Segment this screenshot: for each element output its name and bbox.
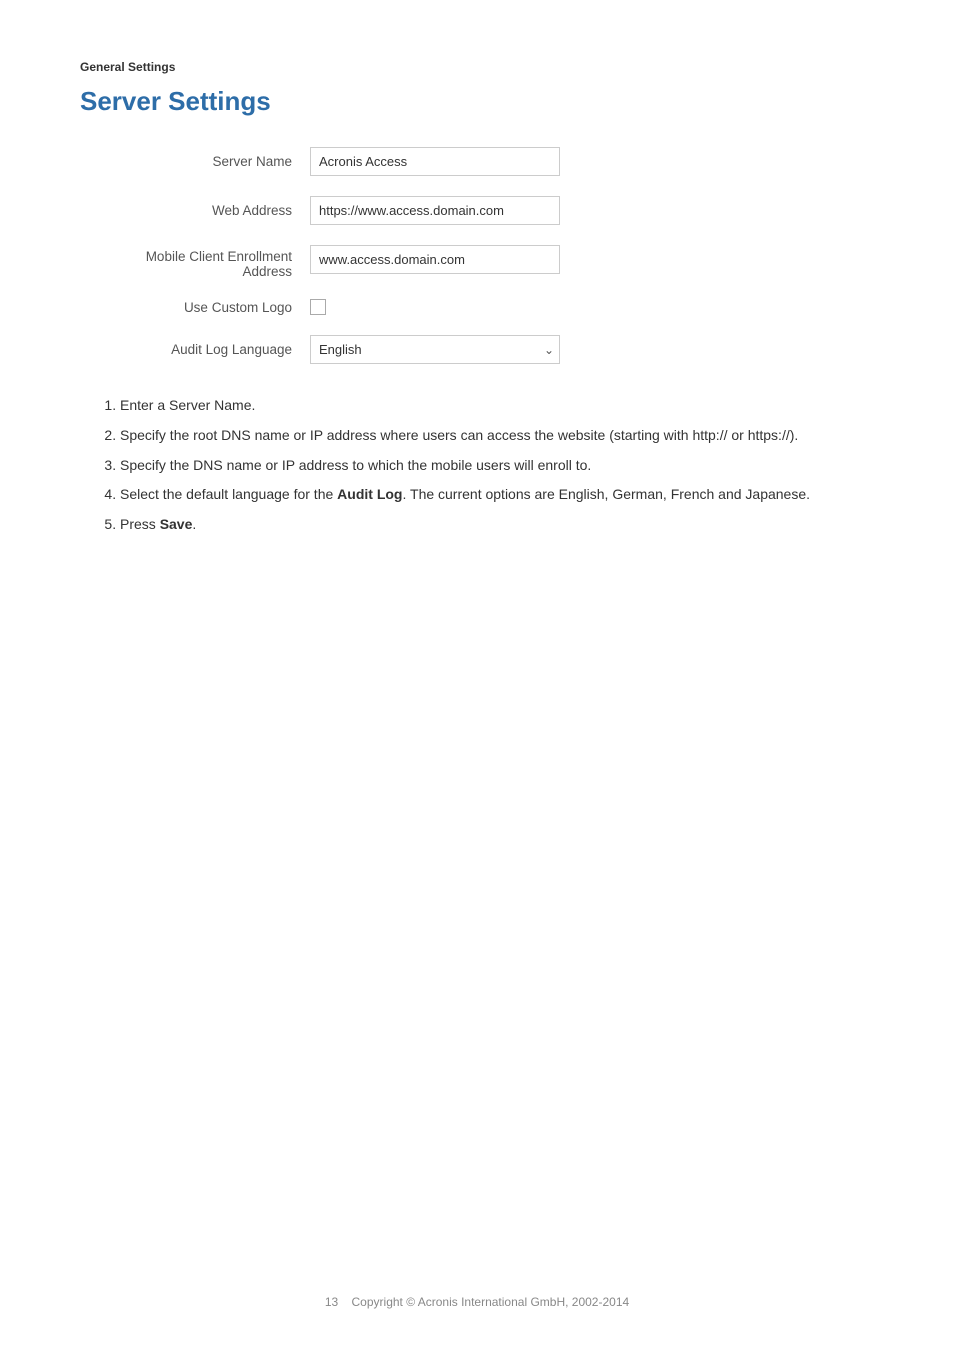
web-address-label: Web Address	[80, 203, 310, 218]
mobile-client-enrollment-input[interactable]	[310, 245, 560, 274]
audit-log-language-row: Audit Log Language English German French…	[80, 335, 874, 364]
instruction-item-1: Enter a Server Name.	[120, 394, 874, 418]
bold-save: Save	[160, 516, 193, 532]
use-custom-logo-checkbox[interactable]	[310, 299, 326, 315]
mobile-client-row: Mobile Client EnrollmentAddress	[80, 245, 874, 279]
instructions-list: Enter a Server Name. Specify the root DN…	[120, 394, 874, 537]
copyright-text: Copyright © Acronis International GmbH, …	[352, 1295, 630, 1309]
mobile-client-label: Mobile Client EnrollmentAddress	[80, 245, 310, 279]
server-name-input[interactable]	[310, 147, 560, 176]
instruction-item-4: Select the default language for the Audi…	[120, 483, 874, 507]
server-name-label: Server Name	[80, 154, 310, 169]
web-address-row: Web Address	[80, 196, 874, 225]
page-number: 13	[325, 1295, 338, 1309]
use-custom-logo-label: Use Custom Logo	[80, 300, 310, 315]
audit-log-language-label: Audit Log Language	[80, 342, 310, 357]
breadcrumb: General Settings	[80, 60, 874, 74]
audit-log-language-select[interactable]: English German French Japanese	[310, 335, 560, 364]
instruction-item-3: Specify the DNS name or IP address to wh…	[120, 454, 874, 478]
instruction-item-5: Press Save.	[120, 513, 874, 537]
server-name-row: Server Name	[80, 147, 874, 176]
settings-form: Server Name Web Address Mobile Client En…	[80, 147, 874, 364]
page-title: Server Settings	[80, 86, 874, 117]
footer: 13 Copyright © Acronis International Gmb…	[0, 1295, 954, 1309]
bold-audit-log: Audit Log	[337, 486, 402, 502]
audit-log-language-wrapper: English German French Japanese ⌄	[310, 335, 560, 364]
web-address-input[interactable]	[310, 196, 560, 225]
use-custom-logo-row: Use Custom Logo	[80, 299, 874, 315]
instruction-item-2: Specify the root DNS name or IP address …	[120, 424, 874, 448]
